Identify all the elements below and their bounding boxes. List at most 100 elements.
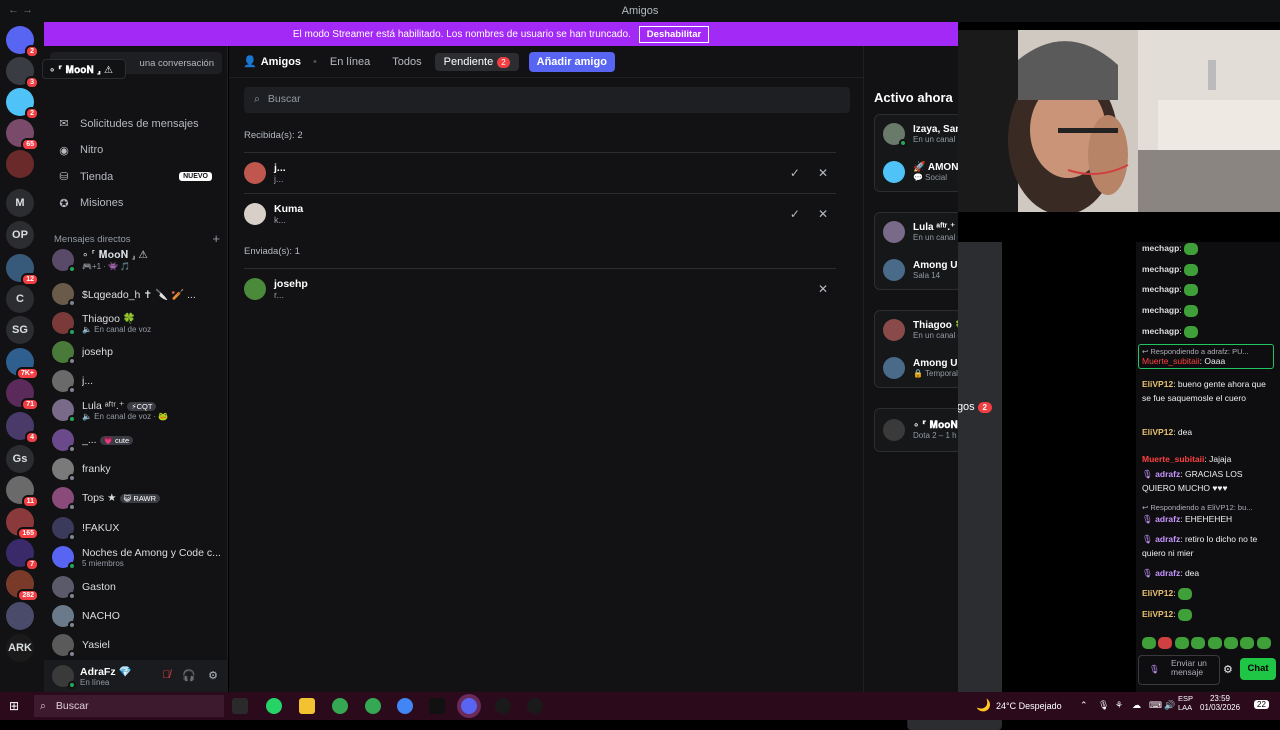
- chat-username[interactable]: adrafz: [1155, 534, 1180, 544]
- server-icon[interactable]: [6, 150, 34, 178]
- server-icon[interactable]: 4: [6, 412, 39, 444]
- dm-item[interactable]: Yasiel: [52, 631, 222, 659]
- whatsapp-icon[interactable]: [266, 698, 282, 714]
- windows-start-icon[interactable]: ⊞: [9, 699, 19, 713]
- dm-item[interactable]: $Lqgeado_h ✝ 🔪 🏏 ...: [52, 280, 222, 308]
- chat-username[interactable]: Muerte_subitaii: [1142, 356, 1200, 366]
- server-icon[interactable]: OP: [6, 221, 34, 249]
- dm-item[interactable]: josehp: [52, 338, 222, 366]
- chat-username[interactable]: mechagp: [1142, 264, 1179, 274]
- task-view-icon[interactable]: [232, 698, 248, 714]
- headphones-icon[interactable]: 🎧: [182, 669, 196, 682]
- dm-item[interactable]: !FAKUX: [52, 514, 222, 542]
- server-icon[interactable]: 11: [6, 476, 39, 508]
- dm-item[interactable]: Gaston: [52, 573, 222, 601]
- chrome-icon[interactable]: [365, 698, 381, 714]
- discord-icon[interactable]: [461, 698, 477, 714]
- friend-request-row[interactable]: Kuma k... ✓ ✕: [244, 193, 836, 233]
- network-icon[interactable]: ⌨: [1149, 700, 1162, 711]
- chat-username[interactable]: EliVP12: [1142, 609, 1173, 619]
- mic-icon[interactable]: 🎙: [1098, 700, 1109, 711]
- dm-item[interactable]: j...: [52, 367, 222, 395]
- chat-username[interactable]: mechagp: [1142, 243, 1179, 253]
- dm-item[interactable]: Tops ★ 😺 RAWR: [52, 484, 222, 512]
- server-icon[interactable]: 12: [6, 254, 39, 286]
- obs-icon[interactable]: [495, 698, 511, 714]
- dm-item[interactable]: Lula ᵃᶠᵗʳ.⁺ ⚡CQT 🔈 En canal de voz · 🐸: [52, 396, 222, 424]
- app-icon[interactable]: [527, 698, 543, 714]
- server-icon[interactable]: ARK: [6, 634, 34, 662]
- chat-username[interactable]: EliVP12: [1142, 588, 1173, 598]
- chat-username[interactable]: EliVP12: [1142, 427, 1173, 437]
- server-icon[interactable]: [6, 602, 34, 630]
- notification-badge[interactable]: 22: [1254, 700, 1269, 709]
- dm-item[interactable]: Noches de Among y Code c... 5 miembros: [52, 543, 222, 571]
- chrome-icon[interactable]: [397, 698, 413, 714]
- search-input[interactable]: Buscar: [268, 93, 301, 107]
- tiktok-icon[interactable]: [429, 698, 445, 714]
- cloud-icon[interactable]: ☁: [1132, 700, 1141, 711]
- tray-chevron-icon[interactable]: ⌃: [1080, 700, 1088, 711]
- chat-username[interactable]: mechagp: [1142, 326, 1179, 336]
- server-icon[interactable]: 282: [6, 570, 39, 602]
- chat-send-button[interactable]: Chat: [1240, 658, 1276, 680]
- dm-item[interactable]: franky: [52, 455, 222, 483]
- server-icon[interactable]: 165: [6, 508, 39, 540]
- sidebar-item-misiones[interactable]: ✪ Misiones: [50, 190, 222, 216]
- chat-username[interactable]: adrafz: [1155, 469, 1180, 479]
- server-icon[interactable]: 7: [6, 539, 39, 571]
- activity-card[interactable]: Lula ᵃᶠᵗʳ.⁺En un canal de voz Among Us -…: [874, 212, 958, 290]
- close-icon[interactable]: ✕: [818, 207, 828, 221]
- taskbar-search[interactable]: ⌕ Buscar: [34, 695, 224, 717]
- chat-username[interactable]: adrafz: [1155, 568, 1180, 578]
- gear-icon[interactable]: ⚙: [208, 669, 218, 682]
- chat-input[interactable]: 🎙 Enviar un mensaje: [1138, 655, 1220, 685]
- tab-all[interactable]: Todos: [383, 53, 430, 71]
- server-icon[interactable]: 3: [6, 57, 39, 89]
- volume-icon[interactable]: 🔊: [1164, 700, 1175, 711]
- dm-item[interactable]: NACHO: [52, 602, 222, 630]
- dm-item[interactable]: ∘ ⸢ 𝐌𝐨𝐨𝐍 ⸥ ⚠ 🎮+1 · 👾 🎵: [52, 246, 222, 274]
- activity-card[interactable]: Thiagoo 🍀 , $Lqgeado_h ✝ 🔪 🏏 y 3 pe...En…: [874, 310, 958, 388]
- activity-card[interactable]: Izaya, SamEn un canal 🚀 AMONG💬 Social: [874, 114, 958, 192]
- server-icon[interactable]: Gs: [6, 445, 34, 473]
- sidebar-item-tienda[interactable]: ⛁ Tienda NUEVO: [50, 164, 222, 190]
- server-icon[interactable]: 7K+: [6, 348, 39, 380]
- chat-username[interactable]: Muerte_subitaii: [1142, 454, 1204, 464]
- weather-text[interactable]: 24°C Despejado: [996, 701, 1062, 711]
- mic-muted-icon[interactable]: 🎙̸: [162, 669, 170, 682]
- add-friend-button[interactable]: Añadir amigo: [528, 51, 615, 72]
- chat-username[interactable]: mechagp: [1142, 305, 1179, 315]
- tab-online[interactable]: En línea: [321, 53, 379, 71]
- server-icon[interactable]: 65: [6, 119, 39, 151]
- gear-icon[interactable]: ⚙: [1223, 663, 1233, 676]
- dm-item[interactable]: _... 💗 cute: [52, 426, 222, 454]
- activity-card[interactable]: ∘ ⸢ 𝐌𝐨𝐨𝐍 ⸥ ⚠Dota 2 – 1 h: [874, 408, 958, 452]
- chat-username[interactable]: mechagp: [1142, 284, 1179, 294]
- server-icon[interactable]: M: [6, 189, 34, 217]
- disable-streamer-button[interactable]: Deshabilitar: [638, 25, 710, 43]
- close-icon[interactable]: ✕: [818, 166, 828, 180]
- language-indicator[interactable]: ESP LAA: [1178, 694, 1193, 712]
- server-icon[interactable]: SG: [6, 316, 34, 344]
- friend-request-row[interactable]: josehp r... ✕: [244, 268, 836, 308]
- server-icon[interactable]: 2: [6, 26, 39, 58]
- chrome-icon[interactable]: [332, 698, 348, 714]
- accept-icon[interactable]: ✓: [790, 207, 800, 221]
- avatar[interactable]: [52, 665, 76, 689]
- sidebar-item-nitro[interactable]: ◉ Nitro: [50, 137, 222, 163]
- server-icon[interactable]: 2: [6, 88, 39, 120]
- friends-search[interactable]: ⌕ Buscar: [244, 87, 850, 113]
- file-explorer-icon[interactable]: [299, 698, 315, 714]
- clock[interactable]: 23:59 01/03/2026: [1200, 694, 1240, 712]
- close-icon[interactable]: ✕: [818, 282, 828, 296]
- chat-username[interactable]: EliVP12: [1142, 379, 1173, 389]
- server-icon[interactable]: 71: [6, 379, 39, 411]
- friend-request-row[interactable]: j... j... ✓ ✕: [244, 152, 836, 192]
- sidebar-item-solicitudes-de-mensajes[interactable]: ✉ Solicitudes de mensajes: [50, 111, 222, 137]
- usb-icon[interactable]: ⚘: [1115, 700, 1123, 711]
- server-icon[interactable]: C: [6, 285, 34, 313]
- accept-icon[interactable]: ✓: [790, 166, 800, 180]
- dm-item[interactable]: Thiagoo 🍀 🔈 En canal de voz: [52, 309, 222, 337]
- tab-pending[interactable]: Pendiente 2: [434, 52, 519, 71]
